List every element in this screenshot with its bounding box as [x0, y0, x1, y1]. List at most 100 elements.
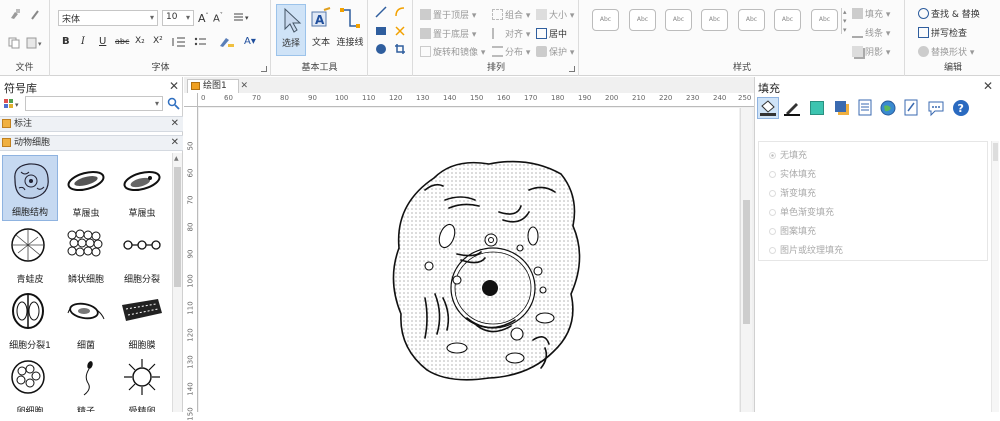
bold-button[interactable]: B — [62, 36, 70, 47]
library-scrollbar[interactable]: ▲ — [172, 153, 182, 412]
note-icon[interactable] — [903, 99, 919, 117]
fill-option-pattern[interactable]: 图案填充 — [769, 224, 816, 237]
underline-button[interactable]: U — [99, 36, 106, 47]
font-name-select[interactable]: 宋体 ▾ — [58, 10, 158, 26]
line-spacing-icon[interactable] — [171, 36, 189, 48]
send-back-button[interactable]: 置于底层 ▾ — [420, 27, 476, 40]
canvas-scroll-thumb[interactable] — [743, 200, 750, 324]
shrink-font-icon[interactable]: A˅ — [213, 12, 223, 24]
spell-check-button[interactable]: 拼写检查 — [918, 26, 967, 39]
symbol-paramecium[interactable]: 草履虫 — [58, 155, 114, 221]
center-button[interactable]: 居中 — [536, 27, 567, 40]
size-button[interactable]: 大小 ▾ — [536, 8, 574, 21]
line-color-icon[interactable] — [784, 100, 800, 116]
rotate-mirror-button[interactable]: 旋转和镜像 ▾ — [420, 45, 485, 58]
help-icon[interactable]: ? — [952, 99, 970, 117]
subscript-button[interactable]: X₂ — [135, 36, 145, 46]
fill-option-solid[interactable]: 实体填充 — [769, 167, 816, 180]
symbol-cell-division-1[interactable]: 细胞分裂1 — [2, 287, 58, 353]
symbol-fertilized-egg[interactable]: 受精卵 — [114, 353, 170, 412]
library-scroll-thumb[interactable] — [174, 167, 181, 287]
connector-tool-button[interactable]: 连接线 — [334, 4, 366, 56]
style-preset-7[interactable]: Abc — [811, 9, 838, 31]
strikethrough-button[interactable]: abc — [115, 37, 129, 46]
style-gallery-scroll[interactable]: ▴ ▾ ▾ — [841, 8, 849, 34]
symbol-egg-cell[interactable]: 卵细胞 — [2, 353, 58, 412]
font-dialog-launcher[interactable] — [261, 66, 267, 72]
symbol-cell-structure[interactable]: 细胞结构 — [2, 155, 58, 221]
format-painter-icon[interactable] — [29, 8, 41, 20]
style-preset-3[interactable]: Abc — [665, 9, 692, 31]
search-icon[interactable] — [167, 97, 180, 110]
tab-close-icon[interactable]: ✕ — [240, 80, 248, 92]
style-preset-2[interactable]: Abc — [629, 9, 656, 31]
paste-icon[interactable]: ▾ — [26, 37, 44, 49]
fill-tab-button[interactable] — [757, 97, 779, 119]
shadow-icon[interactable] — [833, 99, 851, 117]
symbol-bacteria[interactable]: 细菌 — [58, 287, 114, 353]
fill-color-swatch[interactable] — [810, 101, 824, 115]
animal-cell-drawing[interactable] — [199, 108, 739, 412]
library-search-input[interactable]: ▾ — [25, 96, 163, 111]
close-icon[interactable]: ✕ — [169, 79, 179, 93]
style-preset-4[interactable]: Abc — [701, 9, 728, 31]
bring-front-button[interactable]: 置于顶层 ▾ — [420, 8, 476, 21]
symbol-cell-division[interactable]: 细胞分裂 — [114, 221, 170, 287]
ellipse-icon[interactable] — [376, 44, 386, 54]
protect-button[interactable]: 保护 ▾ — [536, 45, 574, 58]
symbol-frog-skin[interactable]: 青蛙皮 — [2, 221, 58, 287]
category-animal-cell[interactable]: 动物细胞 ✕ — [0, 135, 183, 151]
fill-scroll-thumb[interactable] — [993, 143, 998, 161]
align-button[interactable]: 对齐 ▾ — [492, 27, 530, 40]
grow-font-icon[interactable]: A˄ — [198, 12, 209, 25]
comment-icon[interactable] — [927, 99, 945, 117]
superscript-button[interactable]: X² — [153, 36, 163, 46]
find-replace-button[interactable]: 查找 & 替换 — [918, 7, 980, 20]
shadow-button[interactable]: 阴影 ▾ — [852, 45, 890, 58]
replace-shape-button[interactable]: 替换形状 ▾ — [918, 45, 974, 58]
globe-icon[interactable] — [879, 99, 897, 117]
symbol-sperm[interactable]: 精子 — [58, 353, 114, 412]
close-icon[interactable]: ✕ — [171, 117, 179, 131]
copy-icon[interactable] — [8, 37, 20, 49]
style-preset-1[interactable]: Abc — [592, 9, 619, 31]
fill-panel-scrollbar[interactable] — [991, 141, 999, 412]
symbol-squamous-cell[interactable]: 鳞状细胞 — [58, 221, 114, 287]
fill-option-picture-texture[interactable]: 图片或纹理填充 — [769, 243, 843, 256]
library-menu-icon[interactable]: ▾ — [4, 98, 22, 110]
line-button[interactable]: 线条 ▾ — [852, 26, 890, 39]
fill-option-none[interactable]: 无填充 — [769, 148, 807, 161]
line-icon[interactable] — [375, 6, 387, 18]
crop-icon[interactable] — [394, 43, 406, 55]
category-annotation[interactable]: 标注 ✕ — [0, 116, 183, 132]
cross-icon[interactable] — [394, 25, 406, 37]
drawing-page[interactable] — [199, 108, 739, 412]
arrange-dialog-launcher[interactable] — [569, 66, 575, 72]
highlight-icon[interactable] — [218, 36, 238, 48]
tab-drawing-1[interactable]: 绘图1 ✕ — [187, 79, 248, 93]
paintbrush-icon[interactable] — [9, 8, 21, 20]
font-color-icon[interactable]: A▾ — [244, 36, 256, 47]
text-tool-button[interactable]: A 文本 — [308, 4, 334, 56]
distribute-button[interactable]: 分布 ▾ — [492, 45, 530, 58]
rectangle-icon[interactable] — [376, 27, 386, 35]
group-button[interactable]: 组合 ▾ — [492, 8, 530, 21]
document-icon[interactable] — [857, 99, 873, 117]
font-size-select[interactable]: 10 ▾ — [162, 10, 194, 26]
symbol-paramecium-2[interactable]: 草履虫 — [114, 155, 170, 221]
close-icon[interactable]: ✕ — [983, 79, 993, 93]
close-icon[interactable]: ✕ — [171, 136, 179, 150]
fill-option-gradient[interactable]: 渐变填充 — [769, 186, 816, 199]
bullets-icon[interactable] — [194, 36, 212, 48]
style-preset-6[interactable]: Abc — [774, 9, 801, 31]
scroll-up-icon[interactable]: ▲ — [174, 155, 179, 162]
canvas-scrollbar[interactable] — [740, 108, 752, 412]
italic-button[interactable]: I — [81, 36, 85, 47]
style-preset-5[interactable]: Abc — [738, 9, 765, 31]
fill-button[interactable]: 填充 ▾ — [852, 7, 890, 20]
select-tool-button[interactable]: 选择 — [276, 4, 306, 56]
symbol-cell-membrane[interactable]: 细胞膜 — [114, 287, 170, 353]
curve-arrow-icon[interactable] — [394, 6, 406, 18]
list-style-icon[interactable]: ▾ — [233, 12, 251, 23]
fill-option-mono-gradient[interactable]: 单色渐变填充 — [769, 205, 834, 218]
